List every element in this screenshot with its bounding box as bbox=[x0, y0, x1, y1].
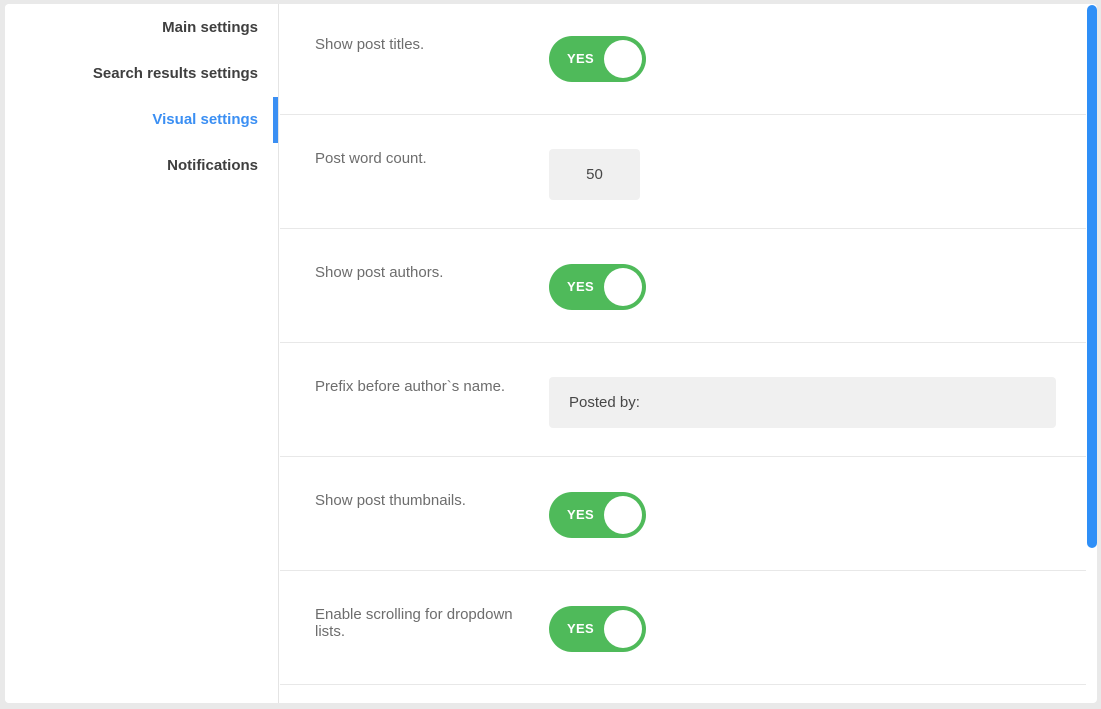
sidebar-item-label: Search results settings bbox=[93, 65, 258, 82]
setting-label-text: Post word count. bbox=[315, 150, 427, 167]
toggle-knob bbox=[604, 496, 642, 534]
toggle-state-label: YES bbox=[567, 264, 594, 310]
setting-label: Enable scrolling for dropdown lists. bbox=[315, 604, 549, 641]
toggle-state-label: YES bbox=[567, 606, 594, 652]
setting-label: Post word count. bbox=[315, 148, 549, 167]
sidebar-item-label: Main settings bbox=[162, 19, 258, 36]
toggle-knob bbox=[604, 40, 642, 78]
post-word-count-input[interactable] bbox=[549, 149, 640, 200]
show-post-authors-toggle[interactable]: YES bbox=[549, 264, 646, 310]
post-word-count-row: Post word count. bbox=[280, 115, 1086, 229]
scrollbar-thumb[interactable] bbox=[1087, 5, 1097, 548]
dropdown-scrolling-toggle[interactable]: YES bbox=[549, 606, 646, 652]
show-post-authors-row: Show post authors. YES bbox=[280, 229, 1086, 343]
toggle-knob bbox=[604, 610, 642, 648]
sidebar-item-notifications[interactable]: Notifications bbox=[5, 143, 278, 189]
setting-label-text: Enable scrolling for dropdown lists. bbox=[315, 606, 527, 641]
sidebar-item-label: Notifications bbox=[167, 157, 258, 174]
author-prefix-row: Prefix before author`s name. bbox=[280, 343, 1086, 457]
dropdown-scrolling-row: Enable scrolling for dropdown lists. YES bbox=[280, 571, 1086, 685]
active-indicator-bar bbox=[273, 97, 278, 143]
sidebar-item-main-settings[interactable]: Main settings bbox=[5, 5, 278, 51]
setting-control: YES bbox=[549, 262, 1056, 310]
setting-label: Prefix before author`s name. bbox=[315, 376, 549, 395]
visual-settings-panel: Show post titles. YES Post word count. bbox=[280, 4, 1086, 703]
settings-card: Main settings Search results settings Vi… bbox=[5, 4, 1097, 703]
show-post-thumbnails-toggle[interactable]: YES bbox=[549, 492, 646, 538]
setting-control bbox=[549, 148, 1056, 200]
show-post-thumbnails-row: Show post thumbnails. YES bbox=[280, 457, 1086, 571]
show-post-titles-toggle[interactable]: YES bbox=[549, 36, 646, 82]
setting-control: YES bbox=[549, 490, 1056, 538]
toggle-state-label: YES bbox=[567, 36, 594, 82]
settings-screen: Main settings Search results settings Vi… bbox=[0, 0, 1101, 709]
setting-label: Show post authors. bbox=[315, 262, 549, 281]
setting-label: Show post titles. bbox=[315, 34, 549, 53]
toggle-state-label: YES bbox=[567, 492, 594, 538]
setting-control: YES bbox=[549, 604, 1056, 652]
settings-sidebar: Main settings Search results settings Vi… bbox=[5, 4, 279, 703]
author-prefix-input[interactable] bbox=[549, 377, 1056, 428]
setting-label: Show post thumbnails. bbox=[315, 490, 549, 509]
setting-control: YES bbox=[549, 34, 1056, 82]
toggle-knob bbox=[604, 268, 642, 306]
setting-label-text: Show post authors. bbox=[315, 264, 443, 281]
setting-control bbox=[549, 376, 1056, 428]
sidebar-item-visual-settings[interactable]: Visual settings bbox=[5, 97, 278, 143]
sidebar-item-search-results-settings[interactable]: Search results settings bbox=[5, 51, 278, 97]
setting-label-text: Show post titles. bbox=[315, 36, 424, 53]
show-post-titles-row: Show post titles. YES bbox=[280, 4, 1086, 115]
sidebar-item-label: Visual settings bbox=[152, 111, 258, 128]
setting-label-text: Show post thumbnails. bbox=[315, 492, 466, 509]
setting-label-text: Prefix before author`s name. bbox=[315, 378, 505, 395]
